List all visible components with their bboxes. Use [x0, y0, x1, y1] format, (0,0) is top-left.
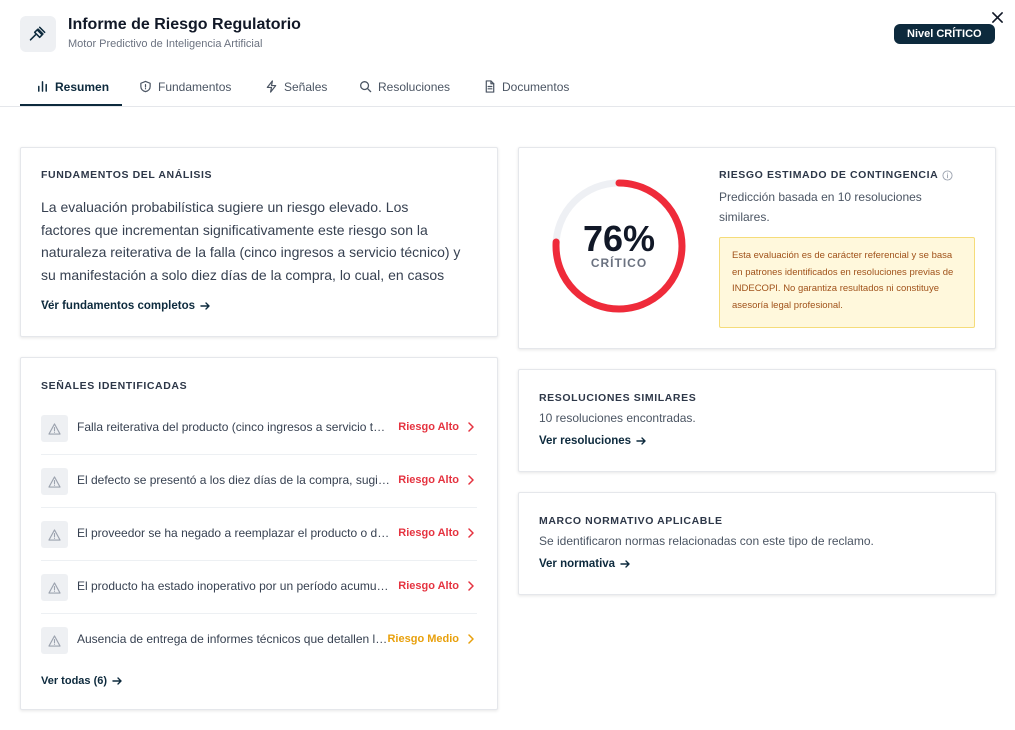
tab-resoluciones[interactable]: Resoluciones	[359, 66, 450, 107]
signal-item[interactable]: El proveedor se ha negado a reemplazar e…	[41, 508, 477, 561]
signal-item[interactable]: El defecto se presentó a los diez días d…	[41, 455, 477, 508]
chevron-right-icon	[468, 422, 474, 432]
active-tab-indicator	[20, 104, 122, 106]
signal-risk-level: Riesgo Alto	[398, 527, 459, 539]
link-label: Ver normativa	[539, 558, 616, 570]
risk-card: 76% CRÍTICO RIESGO ESTIMADO DE CONTINGEN…	[518, 147, 996, 349]
close-icon	[991, 11, 1003, 23]
tab-resumen[interactable]: Resumen	[36, 66, 109, 107]
warning-icon-box	[41, 521, 68, 548]
signals-title: SEÑALES IDENTIFICADAS	[41, 380, 188, 392]
signal-text: El defecto se presentó a los diez días d…	[77, 473, 391, 487]
tab-label: Fundamentos	[158, 79, 232, 94]
warning-icon	[48, 475, 61, 488]
close-button[interactable]	[989, 9, 1005, 25]
report-header: Informe de Riesgo Regulatorio Motor Pred…	[0, 0, 1015, 66]
link-label: Ver resoluciones	[539, 435, 632, 447]
signal-item[interactable]: Ausencia de entrega de informes técnicos…	[41, 614, 477, 667]
tab-label: Resumen	[55, 79, 110, 94]
resoluciones-card: RESOLUCIONES SIMILARES 10 resoluciones e…	[518, 369, 996, 472]
bar-chart-icon	[38, 81, 47, 92]
fundamentos-card: FUNDAMENTOS DEL ANÁLISIS La evaluación p…	[20, 147, 498, 337]
risk-disclaimer: Esta evaluación es de carácter referenci…	[719, 237, 975, 328]
risk-percent: 76%	[582, 218, 656, 259]
risk-description: Predicción basada en 10 resoluciones sim…	[719, 190, 922, 224]
search-icon	[360, 81, 372, 93]
shield-icon	[140, 80, 151, 93]
signal-risk-level: Riesgo Alto	[398, 580, 459, 592]
signal-text: Ausencia de entrega de informes técnicos…	[77, 632, 391, 646]
resoluciones-description: 10 resoluciones encontradas.	[539, 411, 696, 425]
tab-documentos[interactable]: Documentos	[484, 66, 569, 107]
arrow-right-icon	[112, 677, 122, 685]
warning-icon	[48, 528, 61, 541]
warning-icon-box	[41, 574, 68, 601]
chevron-right-icon	[468, 475, 474, 485]
risk-title: RIESGO ESTIMADO DE CONTINGENCIA	[719, 169, 953, 181]
fundamentos-title: FUNDAMENTOS DEL ANÁLISIS	[41, 169, 213, 181]
arrow-right-icon	[636, 437, 646, 445]
signal-text: El producto ha estado inoperativo por un…	[77, 579, 391, 593]
marco-title: MARCO NORMATIVO APLICABLE	[539, 515, 723, 527]
warning-icon	[48, 422, 61, 435]
signal-risk-level: Riesgo Alto	[398, 474, 459, 486]
warning-icon-box	[41, 627, 68, 654]
signal-risk-level: Riesgo Medio	[387, 633, 459, 645]
chevron-right-icon	[468, 528, 474, 538]
logo	[20, 16, 56, 52]
arrow-right-icon	[200, 302, 210, 310]
view-normativa-link[interactable]: Ver normativa	[539, 558, 630, 570]
marco-normativo-card: MARCO NORMATIVO APLICABLE Se identificar…	[518, 492, 996, 595]
warning-icon-box	[41, 468, 68, 495]
arrow-right-icon	[620, 560, 630, 568]
page-subtitle: Motor Predictivo de Inteligencia Artific…	[68, 38, 263, 50]
tab-fundamentos[interactable]: Fundamentos	[139, 66, 231, 107]
page-title: Informe de Riesgo Regulatorio	[68, 16, 301, 33]
view-fundamentos-link[interactable]: Ver fundamentos completos	[41, 300, 210, 312]
tab-label: Documentos	[502, 79, 570, 94]
gavel-icon	[29, 26, 46, 41]
link-label: Ver todas (6)	[41, 675, 108, 687]
warning-icon-box	[41, 415, 68, 442]
risk-level-badge: Nivel CRÍTICO	[894, 24, 995, 44]
signal-item[interactable]: Falla reiterativa del producto (cinco in…	[41, 402, 477, 455]
signal-item[interactable]: El producto ha estado inoperativo por un…	[41, 561, 477, 614]
view-resoluciones-link[interactable]: Ver resoluciones	[539, 435, 646, 447]
view-all-signals-link[interactable]: Ver todas (6)	[41, 675, 122, 687]
chevron-right-icon	[468, 581, 474, 591]
tab-label: Resoluciones	[378, 79, 451, 94]
marco-description: Se identificaron normas relacionadas con…	[539, 534, 874, 548]
signal-risk-level: Riesgo Alto	[398, 421, 459, 433]
fundamentos-text: La evaluación probabilística sugiere un …	[41, 199, 461, 305]
signals-card: SEÑALES IDENTIFICADAS Falla reiterativa …	[20, 357, 498, 710]
link-label: Ver fundamentos completos	[41, 300, 196, 312]
resoluciones-title: RESOLUCIONES SIMILARES	[539, 392, 697, 404]
warning-icon	[48, 634, 61, 647]
risk-title-text: RIESGO ESTIMADO DE CONTINGENCIA	[719, 169, 939, 181]
signal-text: Falla reiterativa del producto (cinco in…	[77, 420, 391, 434]
risk-level-label: CRÍTICO	[590, 256, 648, 270]
tab-senales[interactable]: Señales	[265, 66, 327, 107]
tab-label: Señales	[284, 79, 328, 94]
document-icon	[485, 80, 495, 93]
signal-text: El proveedor se ha negado a reemplazar e…	[77, 526, 391, 540]
warning-icon	[48, 581, 61, 594]
lightning-icon	[266, 80, 277, 93]
info-icon[interactable]	[942, 169, 953, 181]
chevron-right-icon	[468, 634, 474, 644]
tab-bar: Resumen Fundamentos Señales Resoluciones…	[0, 66, 1015, 107]
